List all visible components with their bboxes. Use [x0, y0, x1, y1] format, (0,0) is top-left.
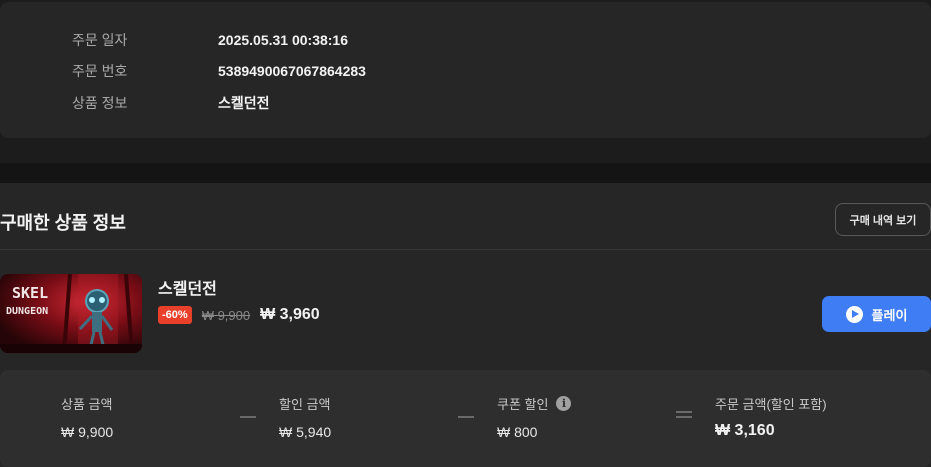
order-date-label: 주문 일자: [72, 32, 128, 48]
play-button-label: 플레이: [871, 307, 908, 323]
product-name[interactable]: 스켈던전: [158, 275, 217, 299]
play-button[interactable]: 플레이: [822, 296, 931, 332]
price-row: -60% ₩ 9,900 ₩ 3,960: [158, 305, 320, 325]
order-number-value: 5389490067067864283: [218, 63, 366, 79]
purchase-history-button[interactable]: 구매 내역 보기: [835, 203, 931, 236]
order-date-row: 주문 일자 2025.05.31 00:38:16: [72, 30, 348, 50]
product-amount-label: 상품 금액: [61, 396, 113, 412]
order-number-label: 주문 번호: [72, 63, 128, 79]
order-details-card: 주문 일자 2025.05.31 00:38:16 주문 번호 53894900…: [0, 2, 931, 138]
order-total-label: 주문 금액(할인 포함): [715, 396, 827, 412]
product-thumbnail[interactable]: SKEL DUNGEON: [0, 274, 142, 353]
product-amount: 상품 금액 ₩ 9,900: [61, 394, 114, 441]
section-title: 구매한 상품 정보: [0, 213, 126, 233]
original-price: ₩ 9,900: [201, 307, 251, 323]
coupon-discount-label: 쿠폰 할인: [497, 396, 549, 412]
game-cover-art: SKEL DUNGEON: [0, 274, 142, 353]
discount-amount: 할인 금액 ₩ 5,940: [279, 394, 332, 441]
discount-amount-label: 할인 금액: [279, 396, 331, 412]
sale-price: ₩ 3,960: [260, 306, 320, 323]
coupon-discount: 쿠폰 할인 i ₩ 800: [497, 394, 572, 440]
coupon-discount-label-row: 쿠폰 할인 i: [497, 394, 572, 412]
product-info-label: 상품 정보: [72, 95, 128, 111]
info-icon[interactable]: i: [556, 395, 572, 411]
minus-icon: [240, 416, 256, 418]
play-circle-icon: [845, 305, 863, 323]
product-info-value: 스켈던전: [218, 95, 270, 111]
discount-amount-value: ₩ 5,940: [279, 424, 332, 440]
order-date-value: 2025.05.31 00:38:16: [218, 32, 348, 48]
order-total: 주문 금액(할인 포함) ₩ 3,160: [715, 394, 827, 440]
product-amount-value: ₩ 9,900: [61, 424, 114, 440]
price-summary: 상품 금액 ₩ 9,900 할인 금액 ₩ 5,940 쿠폰 할인 i ₩ 80…: [0, 370, 931, 467]
thumbnail-title-line1: SKEL: [12, 284, 48, 302]
section-divider: [0, 163, 931, 183]
coupon-discount-value: ₩ 800: [497, 424, 538, 440]
product-info-row: 상품 정보 스켈던전: [72, 93, 270, 113]
minus-icon: [458, 416, 474, 418]
thumbnail-title-line2: DUNGEON: [6, 306, 48, 317]
horizontal-divider: [0, 249, 931, 250]
order-number-row: 주문 번호 5389490067067864283: [72, 61, 366, 81]
order-total-value: ₩ 3,160: [715, 422, 775, 439]
discount-badge: -60%: [158, 306, 192, 324]
purchased-product-section: 구매한 상품 정보 구매 내역 보기 SKEL DUNGEON 스켈던전 -60…: [0, 183, 931, 467]
equals-icon: [676, 411, 692, 418]
